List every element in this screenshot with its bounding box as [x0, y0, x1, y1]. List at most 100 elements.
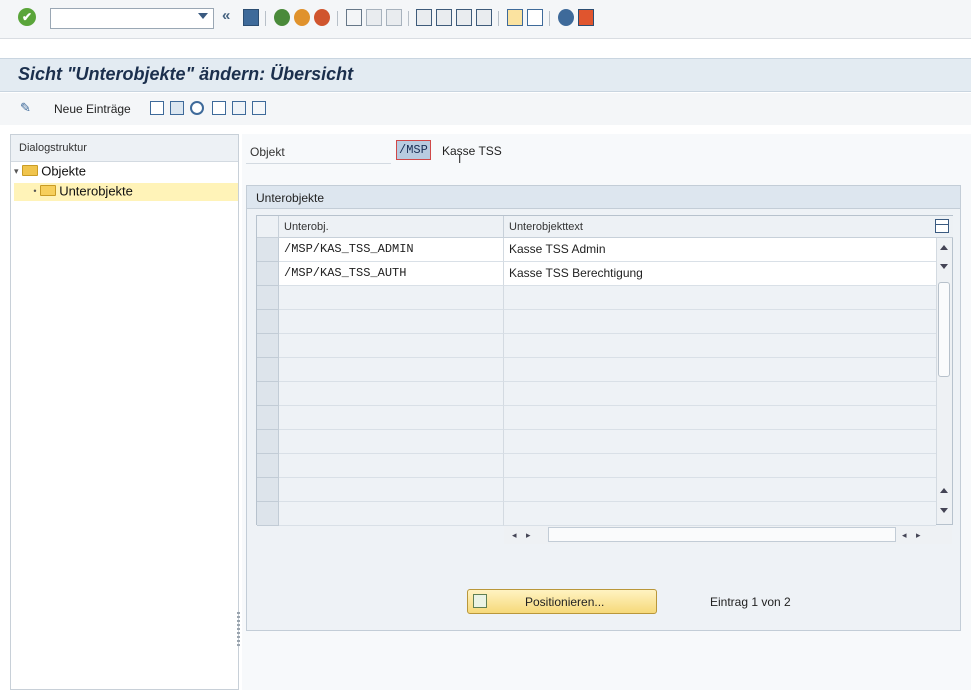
scroll-up-icon[interactable]: [940, 245, 948, 250]
table-settings-icon[interactable]: [935, 219, 949, 233]
horizontal-scrollbar-track[interactable]: [548, 527, 896, 542]
table-cell-empty[interactable]: [504, 454, 936, 478]
collapse-icon[interactable]: «: [222, 7, 230, 24]
table-cell-empty[interactable]: [279, 358, 504, 382]
table-cell-empty[interactable]: [279, 478, 504, 502]
customize-layout-icon[interactable]: [578, 9, 594, 26]
scroll-down-icon[interactable]: [940, 264, 948, 269]
folder-icon: [21, 165, 38, 177]
row-selector[interactable]: [257, 502, 279, 526]
table-cell-empty[interactable]: [279, 406, 504, 430]
objekt-field[interactable]: /MSP: [396, 140, 431, 160]
triangle-down-icon[interactable]: ▾: [14, 166, 19, 176]
help-icon[interactable]: [558, 9, 574, 26]
exit-icon[interactable]: [294, 9, 310, 26]
open-folder-icon: [39, 185, 56, 197]
column-header-unterobj[interactable]: Unterobj.: [279, 216, 504, 238]
table-cell-empty[interactable]: [279, 430, 504, 454]
create-session-icon[interactable]: [507, 9, 523, 26]
table-cell-empty[interactable]: [504, 382, 936, 406]
toolbar-separator: [498, 11, 499, 26]
toolbar-separator: [265, 11, 266, 26]
back-icon[interactable]: [274, 9, 290, 26]
objekt-label: Objekt: [250, 145, 285, 159]
dialog-structure-title: Dialogstruktur: [19, 142, 87, 154]
table-cell-unterobj[interactable]: /MSP/KAS_TSS_ADMIN: [279, 238, 504, 262]
command-field[interactable]: [50, 8, 214, 29]
create-shortcut-icon[interactable]: [527, 9, 543, 26]
print-icon[interactable]: [346, 9, 362, 26]
row-selector[interactable]: [257, 334, 279, 358]
table-cell-empty[interactable]: [279, 502, 504, 526]
row-selector[interactable]: [257, 358, 279, 382]
position-button-label[interactable]: Positionieren...: [525, 595, 604, 609]
previous-page-icon[interactable]: [436, 9, 452, 26]
row-selector[interactable]: [257, 238, 279, 262]
group-header: [247, 186, 960, 209]
vertical-scrollbar[interactable]: [936, 238, 952, 524]
scrollbar-thumb[interactable]: [938, 282, 950, 377]
scroll-right-icon[interactable]: ▸: [916, 530, 921, 541]
row-selector[interactable]: [257, 262, 279, 286]
row-selector[interactable]: [257, 382, 279, 406]
row-selector[interactable]: [257, 310, 279, 334]
toolbar-separator: [549, 11, 550, 26]
table-cell-empty[interactable]: [279, 454, 504, 478]
next-page-icon[interactable]: [456, 9, 472, 26]
column-header-unterobjekttext[interactable]: Unterobjekttext: [504, 216, 953, 238]
row-selector[interactable]: [257, 454, 279, 478]
tree-node-label: Objekte: [41, 163, 87, 179]
table-cell-empty[interactable]: [504, 478, 936, 502]
tree-node-unterobjekte[interactable]: • Unterobjekte: [14, 183, 238, 201]
toolbar-separator: [408, 11, 409, 26]
table-cell-empty[interactable]: [279, 286, 504, 310]
table-cell-unterobjekttext[interactable]: Kasse TSS Admin: [504, 238, 936, 262]
find-next-icon[interactable]: [386, 9, 402, 26]
scroll-right-icon[interactable]: ▸: [526, 530, 531, 541]
table-cell-empty[interactable]: [279, 334, 504, 358]
row-selector[interactable]: [257, 478, 279, 502]
first-page-icon[interactable]: [416, 9, 432, 26]
chevron-down-icon[interactable]: [198, 13, 208, 19]
objekt-description: Kasse TSS: [442, 144, 502, 158]
undo-icon[interactable]: [190, 101, 204, 115]
table-cell-empty[interactable]: [504, 334, 936, 358]
table-cell-unterobj[interactable]: /MSP/KAS_TSS_AUTH: [279, 262, 504, 286]
select-block-icon[interactable]: [232, 101, 246, 115]
tree-node-objekte[interactable]: ▾ Objekte: [14, 163, 164, 181]
select-all-icon[interactable]: [212, 101, 226, 115]
table-cell-empty[interactable]: [504, 358, 936, 382]
save-icon[interactable]: [243, 9, 259, 26]
table-cell-empty[interactable]: [504, 502, 936, 526]
scroll-up-icon[interactable]: [940, 488, 948, 493]
dialog-structure-panel: [10, 134, 239, 690]
toolbar-separator: [337, 11, 338, 26]
table-cell-unterobjekttext[interactable]: Kasse TSS Berechtigung: [504, 262, 936, 286]
deselect-all-icon[interactable]: [252, 101, 266, 115]
find-icon[interactable]: [366, 9, 382, 26]
row-selector[interactable]: [257, 406, 279, 430]
cancel-icon[interactable]: [314, 9, 330, 26]
table-cell-empty[interactable]: [504, 406, 936, 430]
delete-icon[interactable]: [170, 101, 184, 115]
copy-as-icon[interactable]: [150, 101, 164, 115]
objekt-label-underline: [246, 163, 391, 164]
table-cell-empty[interactable]: [504, 310, 936, 334]
position-icon[interactable]: [473, 594, 487, 608]
scroll-down-icon[interactable]: [940, 508, 948, 513]
table-cell-empty[interactable]: [504, 286, 936, 310]
row-selector[interactable]: [257, 430, 279, 454]
pencil-glasses-icon[interactable]: ✎: [20, 100, 31, 116]
table-cell-empty[interactable]: [279, 382, 504, 406]
scroll-left-icon[interactable]: ◂: [902, 530, 907, 541]
new-entries-button[interactable]: Neue Einträge: [54, 102, 131, 116]
check-icon[interactable]: ✔: [18, 8, 36, 26]
entry-counter: Eintrag 1 von 2: [710, 595, 791, 609]
scroll-left-icon[interactable]: ◂: [512, 530, 517, 541]
select-all-rows-cell[interactable]: [257, 216, 279, 238]
row-selector[interactable]: [257, 286, 279, 310]
last-page-icon[interactable]: [476, 9, 492, 26]
splitter-handle[interactable]: [237, 612, 240, 648]
table-cell-empty[interactable]: [279, 310, 504, 334]
table-cell-empty[interactable]: [504, 430, 936, 454]
